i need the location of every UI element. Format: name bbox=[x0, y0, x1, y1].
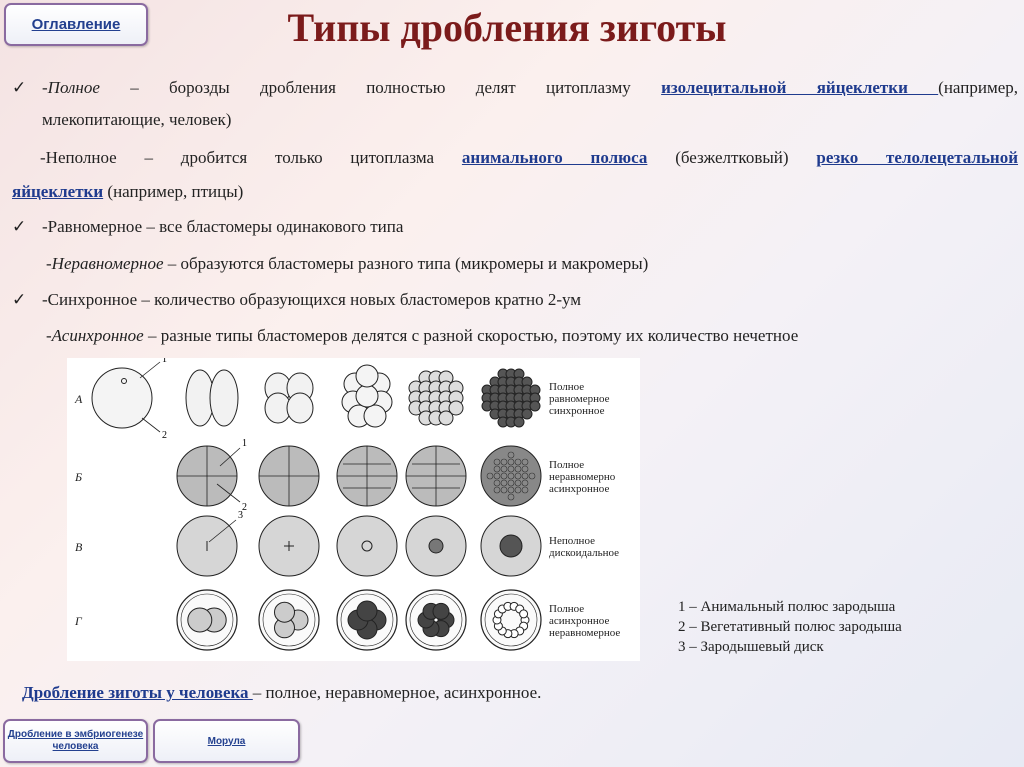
cleavage-figure: А Б В Г Полное равномерное синхронное Полное нер… bbox=[67, 358, 640, 661]
blastomere bbox=[209, 369, 239, 427]
row-type-label: неравномерно bbox=[549, 471, 616, 483]
blastomere bbox=[521, 408, 533, 420]
checkmark-icon: ✓ bbox=[12, 217, 27, 236]
blastomere bbox=[274, 601, 295, 623]
text-line-2b: яйцеклетки (например, птицы) bbox=[12, 180, 1018, 204]
row-type-label: Полное bbox=[549, 459, 584, 471]
legend-item-2: 2 – Вегетативный полюс зародыша bbox=[678, 619, 902, 635]
blastomere bbox=[356, 600, 378, 622]
blastomere bbox=[519, 609, 529, 619]
link-animal-pole[interactable]: анимального полюса bbox=[462, 148, 647, 167]
blastomere bbox=[187, 607, 213, 633]
row-type-label: Полное bbox=[549, 381, 584, 393]
blastomere bbox=[448, 400, 464, 416]
zona-pellucida bbox=[405, 589, 467, 651]
row-type-label: асинхронное bbox=[549, 483, 609, 495]
l2-text: -Неполное – дробится только цитоплазма bbox=[40, 148, 435, 167]
link-human-cleavage[interactable]: Дробление зиготы у человека bbox=[22, 683, 253, 702]
blastodisc bbox=[499, 534, 523, 558]
cleavage-human-button[interactable]: Дробление в эмбриогенезе человека bbox=[3, 719, 148, 763]
text-line-2: -Неполное – дробится только цитоплазма а… bbox=[40, 146, 1018, 170]
l1-tail: (например, bbox=[938, 78, 1019, 97]
zona-pellucida bbox=[480, 589, 542, 651]
text-line-5: ✓ -Синхронное – количество образующихся н… bbox=[12, 288, 1018, 312]
l3-text: -Равномерное – все бластомеры одинаковог… bbox=[42, 217, 404, 236]
legend-item-1: 1 – Анимальный полюс зародыша bbox=[678, 599, 896, 615]
cleavage-human-link[interactable]: Дробление в эмбриогенезе человека bbox=[5, 729, 146, 753]
marker-label: 2 bbox=[162, 430, 167, 441]
l2-mid: (безжелтковый) bbox=[675, 148, 789, 167]
marker-label: 1 bbox=[162, 358, 167, 365]
text-line-4: -Неравномерное – образуются бластомеры р… bbox=[46, 252, 1024, 276]
blastomere bbox=[363, 404, 387, 428]
blastomere bbox=[432, 602, 450, 620]
blastomere bbox=[513, 416, 525, 428]
blastomere bbox=[286, 392, 314, 424]
human-text: – полное, неравномерное, асинхронное. bbox=[252, 683, 542, 702]
checkmark-icon: ✓ bbox=[12, 290, 27, 309]
row-letter: А bbox=[74, 392, 83, 406]
row-type-label: синхронное bbox=[549, 405, 605, 417]
text-line-1: ✓ -Полное – борозды дробления полностью д… bbox=[12, 76, 1018, 100]
toc-link[interactable]: Оглавление bbox=[32, 16, 121, 33]
pointer-line bbox=[139, 361, 161, 379]
marker-label: 1 bbox=[242, 438, 247, 449]
checkmark-icon: ✓ bbox=[12, 78, 27, 97]
dash: – bbox=[99, 78, 170, 97]
l4-text: – образуются бластомеры разного типа (ми… bbox=[163, 254, 649, 273]
toc-button[interactable]: Оглавление bbox=[4, 3, 148, 46]
morula-button[interactable]: Морула bbox=[153, 719, 300, 763]
text-line-1b: млекопитающие, человек) bbox=[42, 110, 232, 129]
text-line-6: -Асинхронное – разные типы бластомеров д… bbox=[46, 324, 1024, 348]
text-line-3: ✓ -Равномерное – все бластомеры одинаково… bbox=[12, 215, 1018, 239]
legend-item-3: 3 – Зародышевый диск bbox=[678, 639, 824, 655]
page-title: Типы дробления зиготы bbox=[287, 5, 727, 50]
marker-label: 3 bbox=[238, 510, 243, 521]
pointer-line bbox=[141, 417, 161, 433]
term-async: -Асинхронное bbox=[46, 326, 144, 345]
row-type-label: Полное bbox=[549, 603, 584, 615]
row-type-label: дискоидальное bbox=[549, 547, 619, 559]
row-letter: Б bbox=[74, 470, 82, 484]
embryo-cell bbox=[480, 445, 542, 507]
l1-text: борозды дробления полностью делят цитопл… bbox=[169, 78, 631, 97]
row-type-label: неравномерное bbox=[549, 627, 620, 639]
cleavage-diagram: АБВГПолноеравномерноесинхронноеПолноенер… bbox=[74, 358, 620, 651]
link-telolecithal[interactable]: резко телолецетальной bbox=[816, 148, 1018, 167]
blastomere bbox=[355, 384, 379, 408]
morula-link[interactable]: Морула bbox=[208, 736, 246, 747]
row-type-label: Неполное bbox=[549, 535, 595, 547]
row-letter: Г bbox=[74, 614, 83, 628]
l6-text: – разные типы бластомеров делятся с разн… bbox=[143, 326, 799, 345]
l2-tail: (например, птицы) bbox=[103, 182, 244, 201]
term-full: -Полное bbox=[42, 78, 100, 97]
yolk-cell bbox=[336, 515, 398, 577]
row-letter: В bbox=[75, 540, 83, 554]
human-cleavage-line: Дробление зиготы у человека – полное, не… bbox=[22, 683, 541, 703]
blastomere bbox=[529, 400, 541, 412]
l5-text: -Синхронное – количество образующихся но… bbox=[42, 290, 582, 309]
blastomere bbox=[355, 364, 379, 388]
blastodisc bbox=[428, 538, 444, 554]
link-egg-cell[interactable]: яйцеклетки bbox=[12, 182, 103, 201]
term-uneven: -Неравномерное bbox=[46, 254, 164, 273]
row-type-label: равномерное bbox=[549, 393, 610, 405]
row-type-label: асинхронное bbox=[549, 615, 609, 627]
link-isolecithal[interactable]: изолецитальной яйцеклетки bbox=[661, 78, 938, 97]
